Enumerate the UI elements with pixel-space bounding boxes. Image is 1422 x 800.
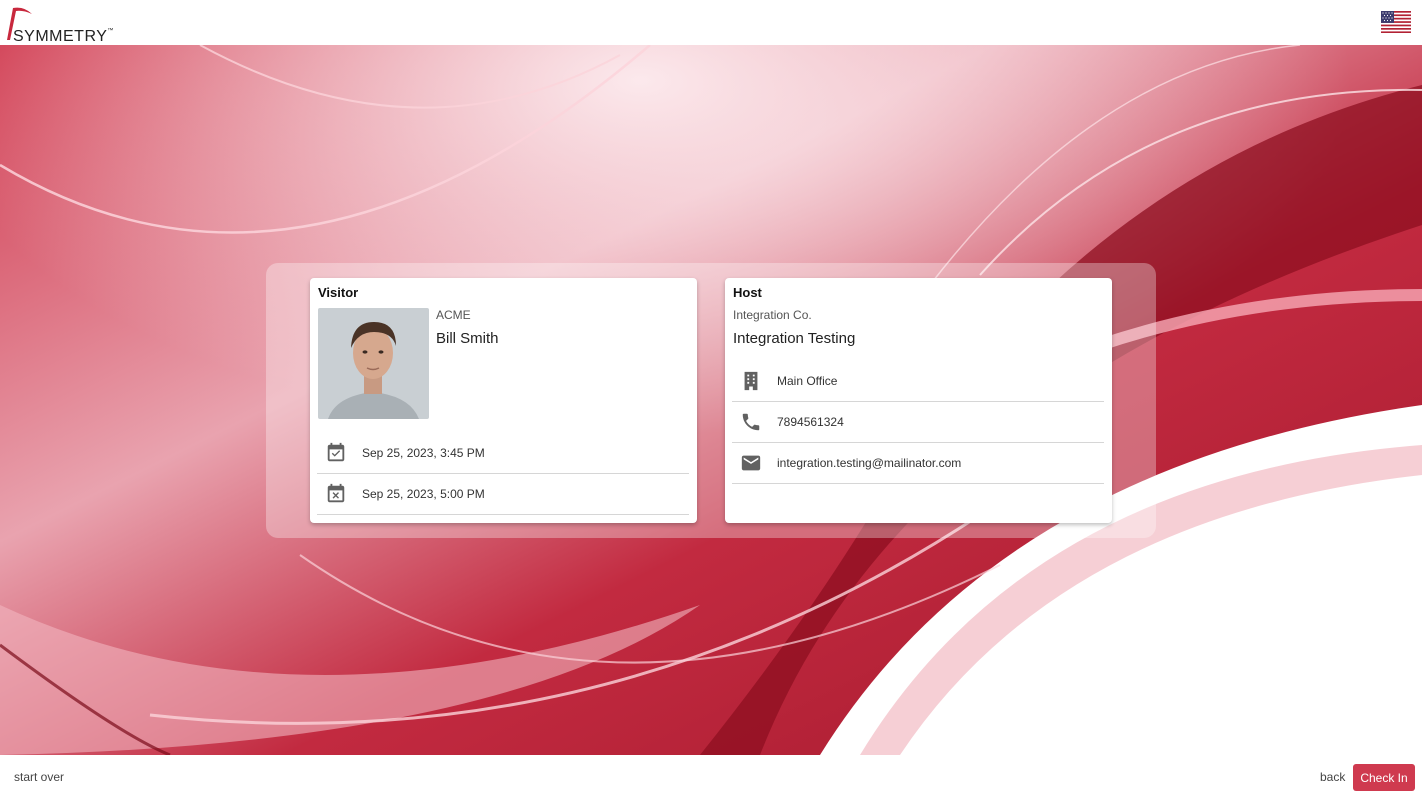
visitor-departure-row: Sep 25, 2023, 5:00 PM (317, 474, 689, 515)
back-link[interactable]: back (1320, 770, 1345, 784)
start-over-link[interactable]: start over (14, 770, 64, 784)
host-location-text: Main Office (777, 374, 838, 388)
calendar-check-icon (327, 442, 345, 462)
host-name: Integration Testing (733, 330, 856, 347)
host-card: Host Integration Co. Integration Testing… (725, 278, 1112, 523)
visitor-company: ACME (436, 308, 471, 322)
host-company: Integration Co. (733, 308, 812, 322)
host-phone-text: 7894561324 (777, 415, 844, 429)
phone-icon (742, 413, 760, 431)
visitor-card-title: Visitor (318, 285, 359, 300)
header-bar: SYMMETRY™ (0, 0, 1422, 45)
host-email-text: integration.testing@mailinator.com (777, 456, 962, 470)
host-email-row: integration.testing@mailinator.com (732, 443, 1104, 484)
check-in-button[interactable]: Check In (1353, 764, 1415, 791)
email-icon (741, 455, 761, 471)
calendar-remove-icon (327, 483, 345, 503)
visitor-arrival-text: Sep 25, 2023, 3:45 PM (362, 446, 485, 460)
host-card-title: Host (733, 285, 762, 300)
visitor-departure-text: Sep 25, 2023, 5:00 PM (362, 487, 485, 501)
visitor-name: Bill Smith (436, 330, 499, 347)
visitor-card: Visitor ACME Bill Smith Sep 25, 2023, 3:… (310, 278, 697, 523)
symmetry-logo: SYMMETRY™ (4, 4, 113, 45)
us-flag-icon[interactable] (1381, 11, 1411, 33)
host-phone-row: 7894561324 (732, 402, 1104, 443)
footer-bar: start over back Check In (0, 755, 1422, 800)
host-location-row: Main Office (732, 361, 1104, 402)
visitor-photo (318, 308, 429, 419)
building-icon (744, 371, 758, 391)
visitor-arrival-row: Sep 25, 2023, 3:45 PM (317, 433, 689, 474)
